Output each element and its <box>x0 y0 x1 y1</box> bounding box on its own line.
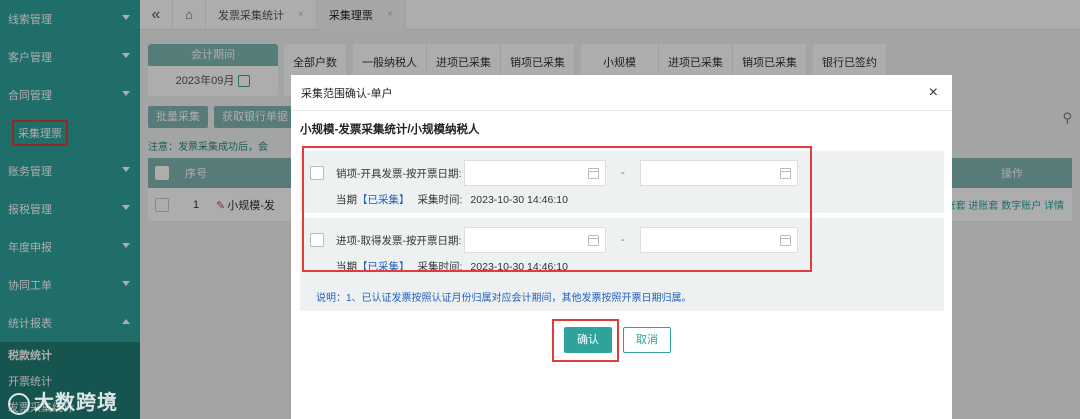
logo-icon <box>8 392 30 415</box>
highlight-box <box>552 319 619 362</box>
explanation-note: 说明：1、已认证发票按照认证月份归属对应会计期间，其他发票按照开票日期归属。 <box>300 279 944 311</box>
dialog-title: 采集范围确认-单户 <box>301 87 393 100</box>
dialog-subtitle: 小规模-发票采集统计/小规模纳税人 <box>300 124 480 136</box>
highlight-box <box>302 146 812 272</box>
close-icon[interactable]: × <box>929 84 938 102</box>
watermark-text: 大数跨境 <box>34 392 118 414</box>
cancel-button[interactable]: 取消 <box>623 327 671 353</box>
collect-range-dialog: 采集范围确认-单户 × 小规模-发票采集统计/小规模纳税人 销项-开具发票-按开… <box>291 75 952 419</box>
